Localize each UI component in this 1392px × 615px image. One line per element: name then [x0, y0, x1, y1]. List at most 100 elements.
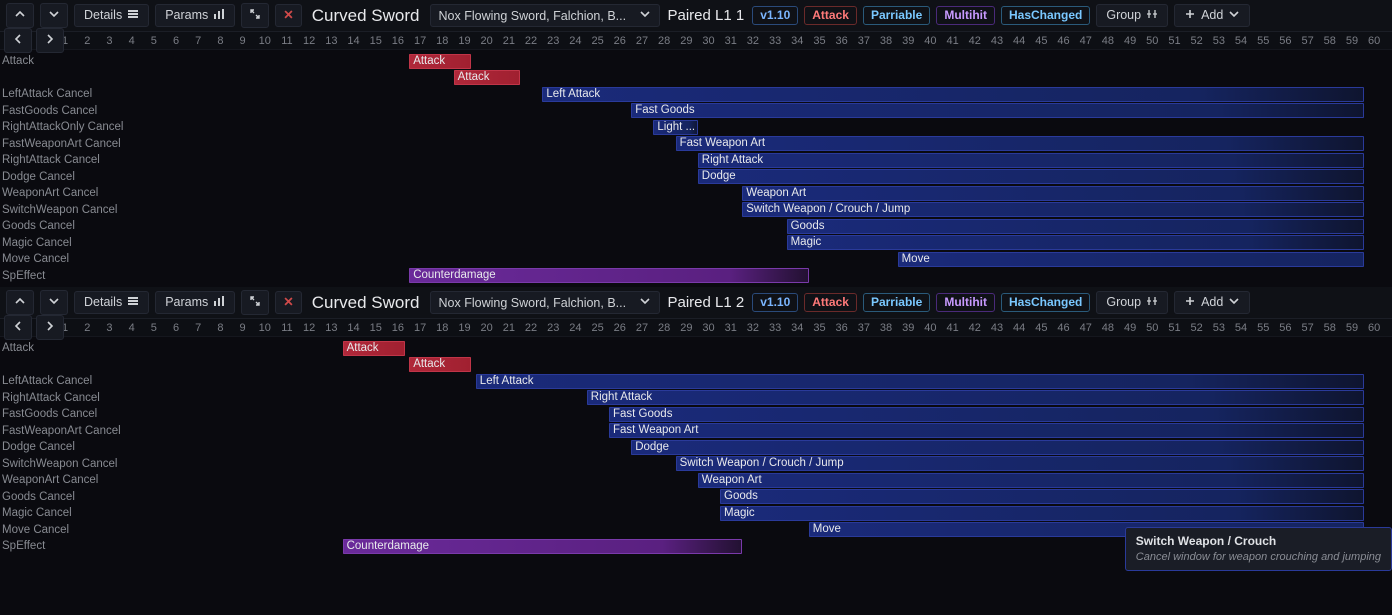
add-button[interactable]: Add	[1174, 4, 1250, 27]
tick: 20	[476, 35, 498, 47]
weapon-selector[interactable]: Nox Flowing Sword, Falchion, B...	[430, 4, 660, 27]
plus-icon	[1184, 295, 1196, 310]
bar-cancel[interactable]: Weapon Art	[698, 473, 1364, 488]
bar-cancel[interactable]: Switch Weapon / Crouch / Jump	[742, 202, 1364, 217]
tick: 16	[387, 322, 409, 334]
tick: 8	[209, 35, 231, 47]
bar-speff[interactable]: Counterdamage	[409, 268, 809, 283]
tick: 22	[520, 35, 542, 47]
move-down-button[interactable]	[40, 3, 68, 28]
bar-cancel[interactable]: Left Attack	[476, 374, 1364, 389]
tick: 53	[1208, 322, 1230, 334]
badge-chg[interactable]: HasChanged	[1001, 6, 1090, 26]
bar-cancel[interactable]: Right Attack	[698, 153, 1364, 168]
params-button[interactable]: Params	[155, 291, 235, 314]
tick: 58	[1319, 35, 1341, 47]
badge-mul[interactable]: Multihit	[936, 293, 995, 313]
bar-cancel[interactable]: Fast Weapon Art	[676, 136, 1364, 151]
badge-mul[interactable]: Multihit	[936, 6, 995, 26]
bar-cancel[interactable]: Right Attack	[587, 390, 1364, 405]
add-button[interactable]: Add	[1174, 291, 1250, 314]
tick: 15	[365, 35, 387, 47]
move-down-button[interactable]	[40, 290, 68, 315]
badge-version[interactable]: v1.10	[752, 293, 798, 313]
move-up-button[interactable]	[6, 290, 34, 315]
badge-version[interactable]: v1.10	[752, 6, 798, 26]
gantt: AttackLeftAttack CancelFastGoods CancelR…	[0, 50, 1392, 287]
tick: 18	[431, 322, 453, 334]
tick: 15	[365, 322, 387, 334]
bar-cancel[interactable]: Goods	[720, 489, 1364, 504]
bar-cancel[interactable]: Dodge	[698, 169, 1364, 184]
bar-move[interactable]: Move	[898, 252, 1364, 267]
tick: 51	[1163, 35, 1185, 47]
bar-cancel[interactable]: Light ...	[653, 120, 697, 135]
tick: 41	[942, 35, 964, 47]
tick: 7	[187, 35, 209, 47]
add-label: Add	[1201, 296, 1223, 309]
tick: 21	[498, 322, 520, 334]
tick: 11	[276, 322, 298, 334]
tick: 43	[986, 35, 1008, 47]
close-button[interactable]: ✕	[275, 4, 301, 27]
bar-attack[interactable]: Attack	[409, 357, 471, 372]
row-label: LeftAttack Cancel	[0, 373, 2, 390]
bar-cancel[interactable]: Fast Goods	[609, 407, 1364, 422]
badge-chg[interactable]: HasChanged	[1001, 293, 1090, 313]
row-label	[0, 357, 2, 374]
details-button[interactable]: Details	[74, 4, 149, 27]
frame-ruler[interactable]: 1234567891011121314151617181920212223242…	[0, 319, 1392, 337]
bar-cancel[interactable]: Magic	[787, 235, 1364, 250]
collapse-button[interactable]	[241, 3, 269, 28]
move-up-button[interactable]	[6, 3, 34, 28]
tick: 12	[298, 322, 320, 334]
badge-atk[interactable]: Attack	[804, 293, 857, 313]
badge-atk[interactable]: Attack	[804, 6, 857, 26]
bar-attack[interactable]: Attack	[454, 70, 521, 85]
tooltip-title: Switch Weapon / Crouch	[1136, 534, 1381, 548]
tick: 39	[897, 35, 919, 47]
tick: 27	[631, 322, 653, 334]
tick: 5	[143, 35, 165, 47]
chevron-left-icon	[12, 33, 24, 48]
chart-icon	[213, 8, 225, 23]
tick: 6	[165, 322, 187, 334]
params-button[interactable]: Params	[155, 4, 235, 27]
bar-cancel[interactable]: Weapon Art	[742, 186, 1364, 201]
close-button[interactable]: ✕	[275, 291, 301, 314]
badge-par[interactable]: Parriable	[863, 293, 930, 313]
badge-par[interactable]: Parriable	[863, 6, 930, 26]
weapon-selector[interactable]: Nox Flowing Sword, Falchion, B...	[430, 291, 660, 314]
bar-speff[interactable]: Counterdamage	[343, 539, 743, 554]
tick: 27	[631, 35, 653, 47]
tick: 52	[1186, 35, 1208, 47]
tick: 40	[919, 35, 941, 47]
tick: 55	[1252, 322, 1274, 334]
tick: 47	[1075, 322, 1097, 334]
tick: 13	[320, 322, 342, 334]
bar-cancel[interactable]: Left Attack	[542, 87, 1363, 102]
bar-attack[interactable]: Attack	[409, 54, 471, 69]
bar-cancel[interactable]: Magic	[720, 506, 1364, 521]
bar-cancel[interactable]: Dodge	[631, 440, 1364, 455]
tick: 30	[697, 35, 719, 47]
row-label: FastWeaponArt Cancel	[0, 136, 2, 153]
tick: 20	[476, 322, 498, 334]
row-label: FastGoods Cancel	[0, 103, 2, 120]
bar-cancel[interactable]: Goods	[787, 219, 1364, 234]
bar-attack[interactable]: Attack	[343, 341, 405, 356]
tick: 32	[742, 322, 764, 334]
toolbar: Details Params ✕ Curved Sword Nox Flowin…	[0, 287, 1392, 319]
tick: 46	[1052, 322, 1074, 334]
tick: 48	[1097, 322, 1119, 334]
group-button[interactable]: Group	[1096, 291, 1168, 314]
details-button[interactable]: Details	[74, 291, 149, 314]
bar-cancel[interactable]: Fast Goods	[631, 103, 1364, 118]
group-button[interactable]: Group	[1096, 4, 1168, 27]
bar-cancel[interactable]: Fast Weapon Art	[609, 423, 1364, 438]
chevron-right-icon	[44, 33, 56, 48]
tick: 43	[986, 322, 1008, 334]
bar-cancel[interactable]: Switch Weapon / Crouch / Jump	[676, 456, 1364, 471]
frame-ruler[interactable]: 1234567891011121314151617181920212223242…	[0, 32, 1392, 50]
collapse-button[interactable]	[241, 290, 269, 315]
